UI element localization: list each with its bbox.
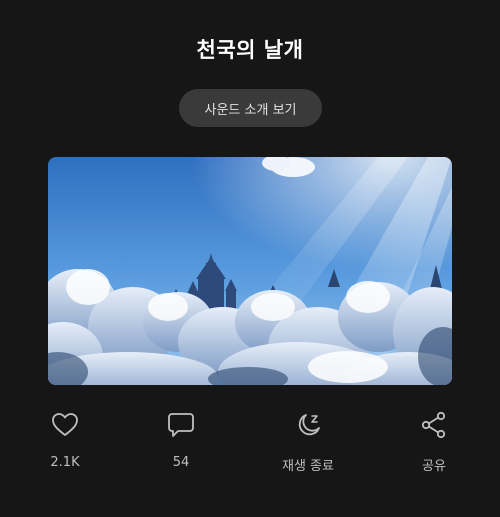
page-title: 천국의 날개 [196, 38, 304, 62]
share-button[interactable]: 공유 [389, 410, 479, 474]
sleep-timer-label: 재생 종료 [282, 459, 334, 474]
like-button[interactable]: 2.1K [20, 410, 110, 470]
share-icon [419, 410, 449, 440]
sound-detail-screen: 천국의 날개 사운드 소개 보기 2.1K 54 재생 종료 공유 [0, 0, 500, 517]
comment-button[interactable]: 54 [136, 410, 226, 470]
sleep-moon-icon [293, 410, 323, 440]
share-label: 공유 [422, 459, 446, 474]
artwork-image [48, 157, 452, 385]
like-count: 2.1K [50, 455, 80, 470]
comment-icon [166, 410, 196, 440]
sleep-timer-button[interactable]: 재생 종료 [263, 410, 353, 474]
heart-icon [50, 410, 80, 440]
action-bar: 2.1K 54 재생 종료 공유 [0, 410, 500, 480]
sound-intro-button[interactable]: 사운드 소개 보기 [179, 89, 322, 127]
comment-count: 54 [172, 455, 190, 470]
